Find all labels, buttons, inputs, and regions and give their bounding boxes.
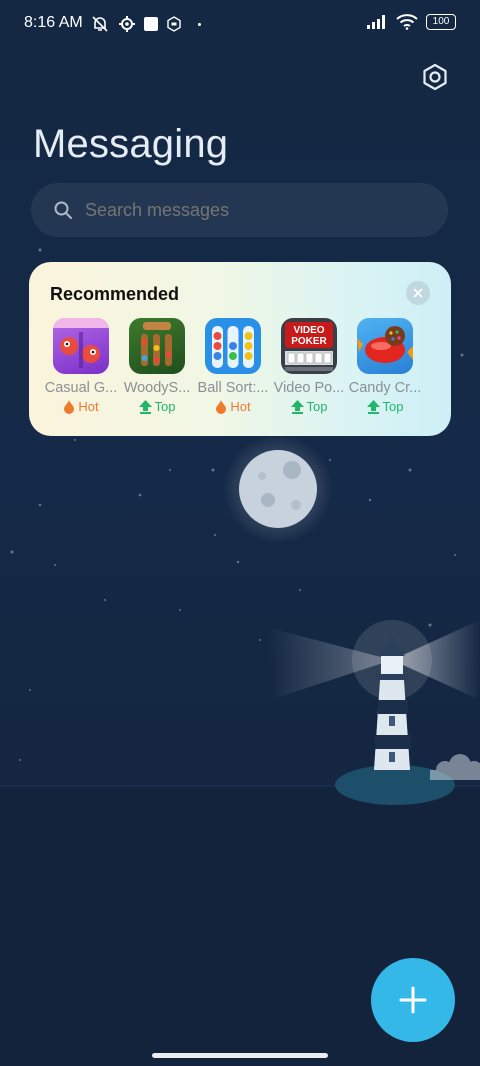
- home-indicator[interactable]: [152, 1053, 328, 1058]
- recommended-app[interactable]: VIDEO POKER Video Po... Top: [271, 318, 347, 414]
- candy-crush-icon: [357, 318, 413, 374]
- app-badge-label: Top: [382, 399, 404, 414]
- recommended-app[interactable]: WoodyS... Top: [119, 318, 195, 414]
- ball-sort-icon: [205, 318, 261, 374]
- mute-icon: [92, 16, 108, 32]
- settings-hexagon-icon: [423, 63, 447, 91]
- hexagon-icon: [167, 16, 181, 32]
- video-poker-line1: VIDEO: [293, 325, 324, 336]
- fire-icon: [216, 399, 227, 414]
- fire-icon: [64, 399, 75, 414]
- recommended-apps: Casual G... Hot WoodyS... Top Ball Sort:…: [43, 318, 423, 414]
- app-badge: Hot: [215, 399, 251, 414]
- status-icons-right: 100: [366, 14, 456, 30]
- up-arrow-icon: [366, 399, 380, 414]
- app-badge: Top: [138, 399, 176, 414]
- app-badge-label: Top: [306, 399, 328, 414]
- status-bar: 8:16 AM 100: [0, 0, 480, 48]
- app-badge-label: Top: [154, 399, 176, 414]
- close-icon: [413, 288, 423, 298]
- page-title: Messaging: [33, 122, 229, 166]
- app-badge: Top: [290, 399, 328, 414]
- wifi-icon: [396, 14, 418, 30]
- up-arrow-icon: [290, 399, 304, 414]
- up-arrow-icon: [138, 399, 152, 414]
- status-icons-left: [90, 14, 201, 34]
- dot-icon: [198, 22, 201, 26]
- app-name: WoodyS...: [123, 380, 191, 396]
- app-badge-label: Hot: [78, 399, 99, 414]
- recommended-app[interactable]: Candy Cr... Top: [347, 318, 423, 414]
- battery-icon: 100: [426, 14, 456, 30]
- recommended-app[interactable]: Ball Sort:... Hot: [195, 318, 271, 414]
- settings-button[interactable]: [420, 62, 450, 92]
- close-button[interactable]: [406, 281, 430, 305]
- recommended-app[interactable]: Casual G... Hot: [43, 318, 119, 414]
- search-input[interactable]: [83, 198, 407, 222]
- casual-game-icon: [53, 318, 109, 374]
- search-bar[interactable]: [31, 183, 448, 237]
- square-icon: [144, 17, 158, 31]
- woody-sort-icon: [129, 318, 185, 374]
- app-name: Video Po...: [273, 380, 345, 396]
- plus-icon: [399, 986, 427, 1014]
- new-message-button[interactable]: [371, 958, 455, 1042]
- app-name: Candy Cr...: [348, 380, 422, 396]
- recommended-card: Recommended Casual G... Hot WoodyS... To…: [29, 262, 451, 436]
- video-poker-line2: POKER: [291, 336, 327, 347]
- app-name: Ball Sort:...: [197, 380, 269, 396]
- signal-icon: [367, 15, 385, 29]
- app-badge: Top: [366, 399, 404, 414]
- recommended-title: Recommended: [50, 284, 180, 304]
- video-poker-icon: VIDEO POKER: [281, 318, 337, 374]
- app-badge: Hot: [63, 399, 99, 414]
- app-badge-label: Hot: [230, 399, 251, 414]
- gear-icon: [119, 16, 135, 32]
- status-time: 8:16 AM: [24, 14, 83, 31]
- search-icon: [54, 201, 72, 219]
- app-name: Casual G...: [44, 380, 118, 396]
